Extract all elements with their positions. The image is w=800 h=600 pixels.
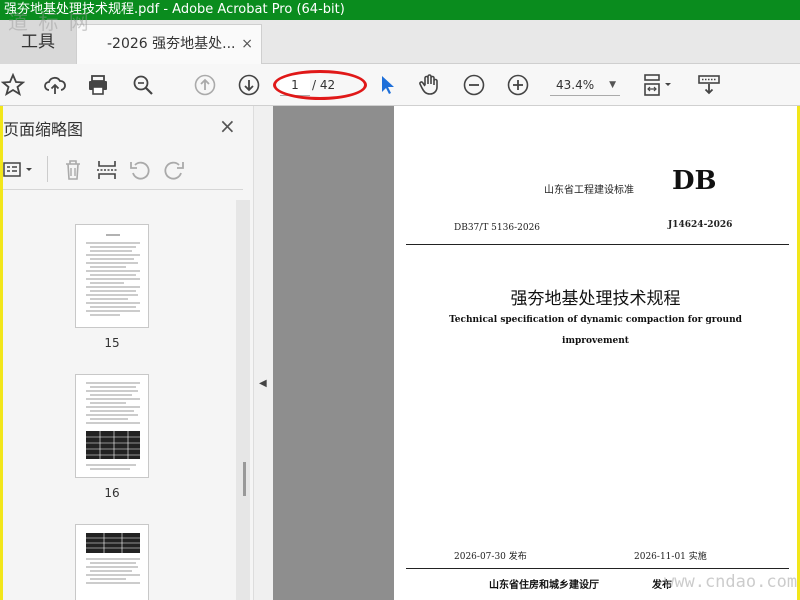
page-thumbnail[interactable] (75, 374, 149, 478)
document-title-english-cont: improvement (562, 336, 629, 346)
page-fit-icon[interactable] (640, 72, 676, 98)
footer-rule (406, 568, 789, 569)
select-arrow-icon[interactable] (374, 72, 400, 98)
hand-tool-icon[interactable] (416, 72, 442, 98)
delete-page-icon[interactable] (61, 158, 85, 182)
tab-bar: 工具 -2026 强夯地基处... × (0, 20, 800, 64)
thumbnail-page-label: 15 (104, 336, 120, 350)
document-title-english: Technical specification of dynamic compa… (449, 315, 742, 325)
page-up-icon[interactable] (192, 72, 218, 98)
zoom-in-icon[interactable] (505, 72, 531, 98)
rotate-right-icon[interactable] (162, 158, 186, 182)
implement-date: 2026-11-01 实施 (634, 552, 707, 562)
standard-code: DB37/T 5136-2026 (454, 223, 541, 233)
zoom-level-select[interactable]: 43.4% ▼ (550, 74, 620, 96)
publish-date: 2026-07-30 发布 (454, 552, 527, 562)
sidebar-close-icon[interactable]: × (219, 114, 236, 138)
page-down-icon[interactable] (236, 72, 262, 98)
zoom-out-icon[interactable] (461, 72, 487, 98)
page-thumbnail[interactable] (75, 524, 149, 600)
thumbnail-list: 15 16 (3, 200, 233, 600)
sidebar-toolbar (3, 148, 243, 190)
annotation-red-circle (273, 70, 367, 100)
tab-close-icon[interactable]: × (241, 25, 253, 63)
zoom-level-value: 43.4% (556, 78, 595, 92)
issuing-authority: 山东省住房和城乡建设厅 (489, 580, 599, 591)
panel-splitter[interactable]: ◀ (253, 106, 273, 600)
header-rule (406, 244, 789, 245)
bookmark-star-icon[interactable] (0, 72, 26, 98)
main-toolbar: 1 / 42 43.4% ▼ (0, 64, 800, 106)
print-icon[interactable] (85, 72, 111, 98)
rotate-left-icon[interactable] (128, 158, 152, 182)
chevron-down-icon: ▼ (609, 80, 616, 90)
tab-document[interactable]: -2026 强夯地基处... × (76, 24, 262, 64)
record-number: J14624-2026 (668, 220, 733, 230)
page-thumbnail[interactable] (75, 224, 149, 328)
db-mark: DB (672, 166, 717, 196)
sidebar-title: 页面缩略图 (3, 120, 84, 139)
tab-document-label: -2026 强夯地基处... (107, 36, 236, 52)
standard-category: 山东省工程建设标准 (544, 185, 634, 196)
document-viewer[interactable]: 山东省工程建设标准 DB DB37/T 5136-2026 J14624-202… (273, 106, 797, 600)
thumbnail-sidebar: 页面缩略图 × 15 16 (3, 106, 253, 600)
upload-cloud-icon[interactable] (42, 72, 68, 98)
watermark-bottom-right: www.cndao.com (664, 572, 798, 592)
thumbnail-options-icon[interactable] (3, 158, 37, 182)
document-page: 山东省工程建设标准 DB DB37/T 5136-2026 J14624-202… (394, 106, 797, 600)
insert-page-icon[interactable] (95, 158, 119, 182)
window-titlebar: 强夯地基处理技术规程.pdf - Adobe Acrobat Pro (64-b… (0, 0, 800, 20)
splitter-grip[interactable] (243, 462, 246, 496)
scroll-mode-icon[interactable] (696, 72, 722, 98)
sidebar-scrollbar[interactable] (236, 200, 250, 600)
zoom-search-icon[interactable] (130, 72, 156, 98)
collapse-left-icon[interactable]: ◀ (259, 378, 267, 389)
watermark-top-left: 道 标 网 (8, 10, 91, 34)
thumbnail-page-label: 16 (104, 486, 120, 500)
document-title-chinese: 强夯地基处理技术规程 (510, 289, 681, 309)
sidebar-toolbar-divider (47, 156, 48, 182)
